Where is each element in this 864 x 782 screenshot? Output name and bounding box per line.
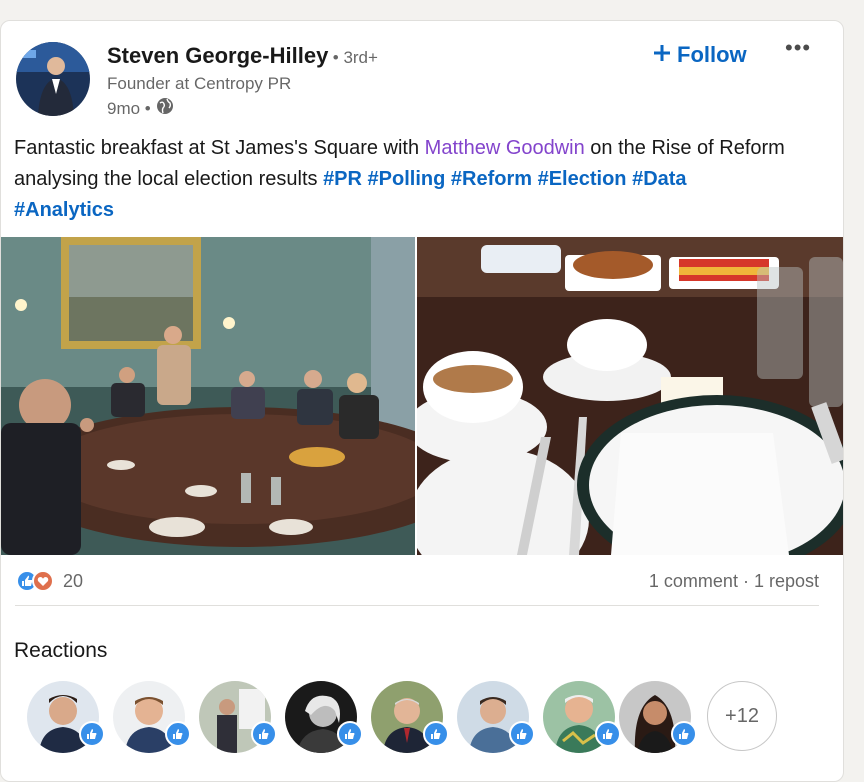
reactor-avatar[interactable]: [199, 681, 277, 753]
more-reactors-button[interactable]: +12: [707, 681, 777, 751]
post-image-table-setting[interactable]: [417, 237, 843, 555]
like-badge-icon: [165, 721, 191, 747]
more-options-icon[interactable]: •••: [785, 35, 811, 61]
follow-label: Follow: [677, 42, 747, 67]
author-headline: Founder at Centropy PR: [107, 74, 292, 93]
like-badge-icon: [79, 721, 105, 747]
author-name-line: Steven George-Hilley • 3rd+: [107, 43, 378, 69]
reactor-avatar[interactable]: [543, 681, 621, 753]
reactor-avatar[interactable]: [619, 681, 697, 753]
count-separator: ·: [737, 571, 754, 591]
reactor-avatar[interactable]: [371, 681, 449, 753]
plus-icon: [653, 42, 671, 68]
author-name[interactable]: Steven George-Hilley: [107, 43, 328, 68]
reaction-icons: [16, 570, 54, 592]
repost-count-link[interactable]: 1 repost: [754, 571, 819, 591]
post-card: Steven George-Hilley • 3rd+ Founder at C…: [0, 20, 844, 782]
like-badge-icon: [595, 721, 621, 747]
hashtag-reform[interactable]: #Reform: [451, 168, 532, 190]
author-avatar[interactable]: [16, 42, 90, 116]
like-badge-icon: [423, 721, 449, 747]
hashtag-election[interactable]: #Election: [538, 168, 627, 190]
post-meta: 9mo •: [107, 97, 174, 120]
like-badge-icon: [337, 721, 363, 747]
reactor-avatar[interactable]: [113, 681, 191, 753]
post-age: 9mo •: [107, 98, 151, 118]
reactor-avatar[interactable]: [457, 681, 535, 753]
post-text-intro: Fantastic breakfast at St James's Square…: [14, 137, 425, 159]
hashtag-polling[interactable]: #Polling: [368, 168, 446, 190]
hashtag-pr[interactable]: #PR: [323, 168, 362, 190]
reactor-avatar[interactable]: [27, 681, 105, 753]
reactor-avatar[interactable]: [285, 681, 363, 753]
follow-button[interactable]: Follow: [653, 39, 747, 71]
post-image-meeting[interactable]: [1, 237, 415, 555]
post-text: Fantastic breakfast at St James's Square…: [14, 133, 814, 226]
reaction-count: 20: [63, 570, 84, 591]
engagement-counts: 1 comment · 1 repost: [649, 571, 819, 592]
divider: [15, 605, 819, 606]
comment-count-link[interactable]: 1 comment: [649, 571, 738, 591]
connection-degree: • 3rd+: [332, 48, 378, 67]
like-badge-icon: [509, 721, 535, 747]
hashtag-data[interactable]: #Data: [632, 168, 686, 190]
reactions-heading: Reactions: [14, 639, 108, 662]
globe-icon: [156, 97, 174, 120]
mention-link[interactable]: Matthew Goodwin: [425, 137, 585, 159]
like-badge-icon: [251, 721, 277, 747]
hashtag-analytics[interactable]: #Analytics: [14, 199, 114, 221]
like-badge-icon: [671, 721, 697, 747]
social-counts[interactable]: 20: [15, 569, 83, 593]
